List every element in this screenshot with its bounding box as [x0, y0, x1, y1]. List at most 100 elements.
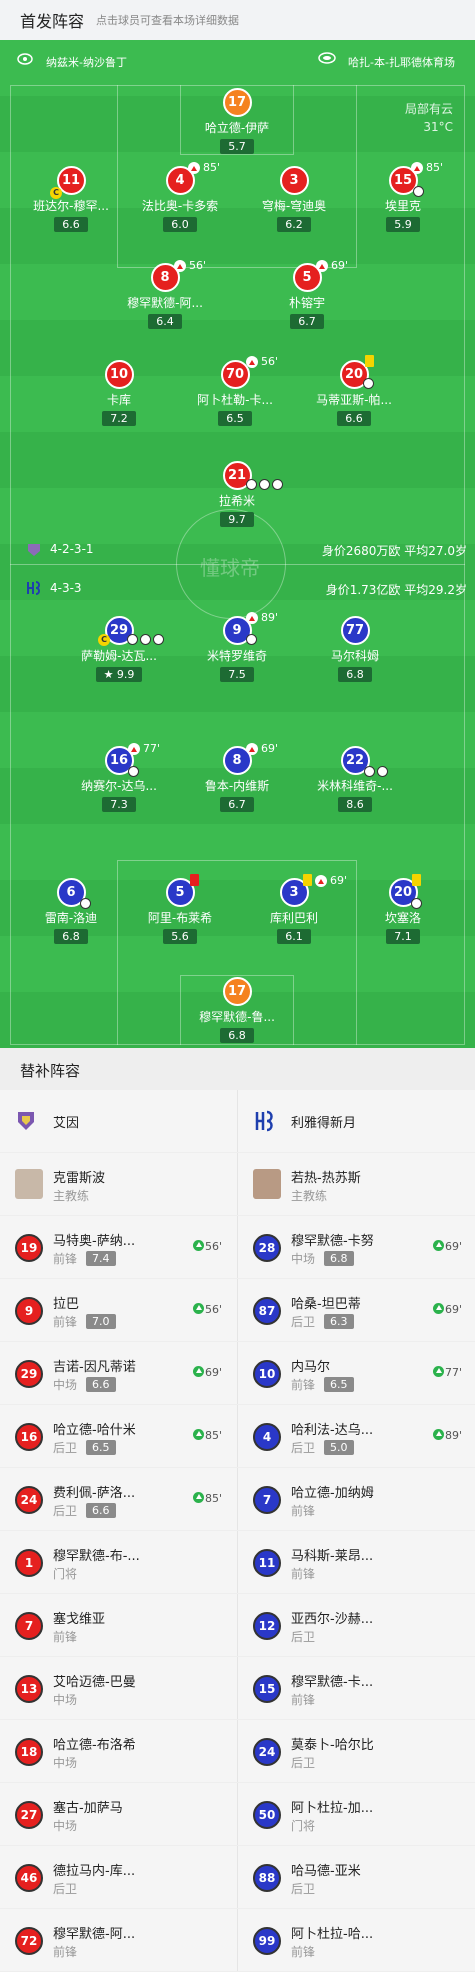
away-player-20[interactable]: 20 坎塞洛 7.1 — [348, 878, 458, 944]
away-team-logo — [255, 1110, 273, 1132]
away-sub-player[interactable]: 12 亚西尔-沙赫... 后卫 — [238, 1594, 475, 1657]
away-sub-player[interactable]: 87 哈桑-坦巴蒂 后卫 6.3 69' — [238, 1279, 475, 1342]
player-name: 穆罕默德-卡... — [291, 1675, 374, 1690]
home-sub-player[interactable]: 18 哈立德-布洛希 中场 — [0, 1720, 237, 1783]
player-name: 米林科维奇-... — [317, 779, 393, 793]
sub-off-icon — [188, 162, 200, 174]
away-player-16[interactable]: 16 纳赛尔-达乌... 7.3 — [64, 746, 174, 812]
home-player-5[interactable]: 5 朴镕宇 6.7 — [252, 263, 362, 329]
home-sub-player[interactable]: 7 塞戈维亚 前锋 — [0, 1594, 237, 1657]
away-sub-player[interactable]: 99 阿卜杜拉-哈... 前锋 — [238, 1909, 475, 1972]
away-player-77[interactable]: 77 马尔科姆 6.8 — [300, 616, 410, 682]
home-team-logo — [18, 1112, 34, 1130]
stadium-icon — [318, 52, 336, 64]
coach-row: 克雷斯波 主教练 若热-热苏斯 主教练 — [0, 1153, 475, 1216]
away-sub-player[interactable]: 50 阿卜杜拉-加... 门将 — [238, 1783, 475, 1846]
player-rating: 6.6 — [86, 1503, 116, 1518]
player-name: 哈立德-加纳姆 — [291, 1486, 374, 1501]
home-sub-player[interactable]: 72 穆罕默德-阿... 前锋 — [0, 1909, 237, 1972]
home-sub-player[interactable]: 46 德拉马内-库... 后卫 — [0, 1846, 237, 1909]
away-player-29[interactable]: 29 萨勒姆-达瓦... ★ 9.9 — [64, 616, 174, 682]
sub-time: 69' — [331, 259, 349, 272]
player-name: 哈立德-伊萨 — [204, 121, 270, 135]
player-rating: 5.0 — [324, 1440, 354, 1455]
home-player-17[interactable]: 17 哈立德-伊萨 5.7 — [182, 88, 292, 154]
sub-time: 77' — [143, 742, 161, 755]
player-name: 坎塞洛 — [384, 911, 421, 925]
player-name: 哈利法-达乌... — [291, 1423, 374, 1438]
home-player-11[interactable]: 11 班达尔-穆罕... 6.6 — [16, 166, 126, 232]
home-player-21[interactable]: 21 拉希米 9.7 — [182, 461, 292, 527]
player-position: 后卫 — [291, 1882, 316, 1896]
home-sub-player[interactable]: 16 哈立德-哈什米 后卫 6.5 85' — [0, 1405, 237, 1468]
away-sub-player[interactable]: 10 内马尔 前锋 6.5 77' — [238, 1342, 475, 1405]
away-coach[interactable]: 若热-热苏斯 主教练 — [238, 1153, 475, 1216]
away-player-5[interactable]: 5 阿里-布莱希 5.6 — [125, 878, 235, 944]
home-player-70[interactable]: 70 阿卜杜勒-卡... 6.5 — [180, 360, 290, 426]
player-position: 后卫 — [53, 1882, 78, 1896]
avatar — [15, 1169, 43, 1199]
away-player-3[interactable]: 3 库利巴利 6.1 — [239, 878, 349, 944]
player-name: 鲁本-内维斯 — [204, 779, 270, 793]
player-name: 哈立德-哈什米 — [53, 1423, 136, 1438]
player-name: 班达尔-穆罕... — [33, 199, 109, 213]
ball-icon — [80, 898, 91, 909]
player-name: 阿卜杜拉-加... — [291, 1801, 374, 1816]
home-player-10[interactable]: 10 卡库 7.2 — [64, 360, 174, 426]
player-name: 阿卜杜拉-哈... — [291, 1927, 374, 1942]
sub-in-icon — [433, 1429, 444, 1440]
sub-time: 85' — [426, 161, 444, 174]
player-name: 穆罕默德-布-... — [53, 1549, 140, 1564]
sub-time: 69' — [261, 742, 279, 755]
home-sub-player[interactable]: 1 穆罕默德-布-... 门将 — [0, 1531, 237, 1594]
away-team-name: 利雅得新月 — [291, 1116, 357, 1131]
player-name: 库利巴利 — [269, 911, 318, 925]
away-sub-player[interactable]: 7 哈立德-加纳姆 前锋 — [238, 1468, 475, 1531]
home-sub-player[interactable]: 29 吉诺-因凡蒂诺 中场 6.6 69' — [0, 1342, 237, 1405]
player-number: 46 — [15, 1864, 43, 1892]
away-sub-player[interactable]: 11 马科斯-莱昂... 前锋 — [238, 1531, 475, 1594]
away-sub-player[interactable]: 24 莫泰卜-哈尔比 后卫 — [238, 1720, 475, 1783]
player-number: 29 — [15, 1360, 43, 1388]
away-player-17[interactable]: 17 穆罕默德-鲁... 6.8 — [182, 977, 292, 1043]
player-rating: 6.1 — [277, 929, 311, 944]
player-name: 埃里克 — [384, 199, 421, 213]
away-sub-player[interactable]: 15 穆罕默德-卡... 前锋 — [238, 1657, 475, 1720]
player-name: 马尔科姆 — [330, 649, 379, 663]
home-player-8[interactable]: 8 穆罕默德-阿... 6.4 — [110, 263, 220, 329]
home-player-15[interactable]: 15 埃里克 5.9 — [348, 166, 458, 232]
player-rating: 5.7 — [220, 139, 254, 154]
away-sub-player[interactable]: 28 穆罕默德-卡努 中场 6.8 69' — [238, 1216, 475, 1279]
home-sub-player[interactable]: 24 费利佩-萨洛... 后卫 6.6 85' — [0, 1468, 237, 1531]
sub-in-time: 56' — [193, 1303, 222, 1316]
away-team-cell[interactable]: 利雅得新月 — [238, 1090, 475, 1153]
player-number: 7 — [253, 1486, 281, 1514]
home-team-cell[interactable]: 艾因 — [0, 1090, 237, 1153]
avatar — [253, 1169, 281, 1199]
player-position: 后卫 — [291, 1441, 316, 1455]
player-number: 4 — [253, 1423, 281, 1451]
home-player-3[interactable]: 3 穹梅-穹迪奥 6.2 — [239, 166, 349, 232]
home-player-20[interactable]: 20 马蒂亚斯-帕... 6.6 — [299, 360, 409, 426]
home-sub-player[interactable]: 13 艾哈迈德-巴曼 中场 — [0, 1657, 237, 1720]
player-rating: 5.6 — [163, 929, 197, 944]
home-sub-player[interactable]: 27 塞古-加萨马 中场 — [0, 1783, 237, 1846]
home-player-4[interactable]: 4 法比奥-卡多索 6.0 — [125, 166, 235, 232]
player-rating: 7.2 — [102, 411, 136, 426]
away-player-8[interactable]: 8 鲁本-内维斯 6.7 — [182, 746, 292, 812]
player-number: 12 — [253, 1612, 281, 1640]
player-position: 前锋 — [291, 1693, 316, 1707]
coach-role: 主教练 — [53, 1189, 90, 1203]
away-sub-player[interactable]: 4 哈利法-达乌... 后卫 5.0 89' — [238, 1405, 475, 1468]
away-player-6[interactable]: 6 雷南-洛迪 6.8 — [16, 878, 126, 944]
home-venue: 纳兹米-纳沙鲁丁 — [46, 56, 127, 69]
away-player-22[interactable]: 22 米林科维奇-... 8.6 — [300, 746, 410, 812]
player-rating: 6.8 — [338, 667, 372, 682]
home-sub-player[interactable]: 9 拉巴 前锋 7.0 56' — [0, 1279, 237, 1342]
ball-icon — [259, 479, 270, 490]
away-sub-player[interactable]: 88 哈马德-亚米 后卫 — [238, 1846, 475, 1909]
red-card-icon — [190, 874, 199, 886]
home-sub-player[interactable]: 19 马特奥-萨纳... 前锋 7.4 56' — [0, 1216, 237, 1279]
home-coach[interactable]: 克雷斯波 主教练 — [0, 1153, 237, 1216]
away-player-9[interactable]: 9 米特罗维奇 7.5 — [182, 616, 292, 682]
